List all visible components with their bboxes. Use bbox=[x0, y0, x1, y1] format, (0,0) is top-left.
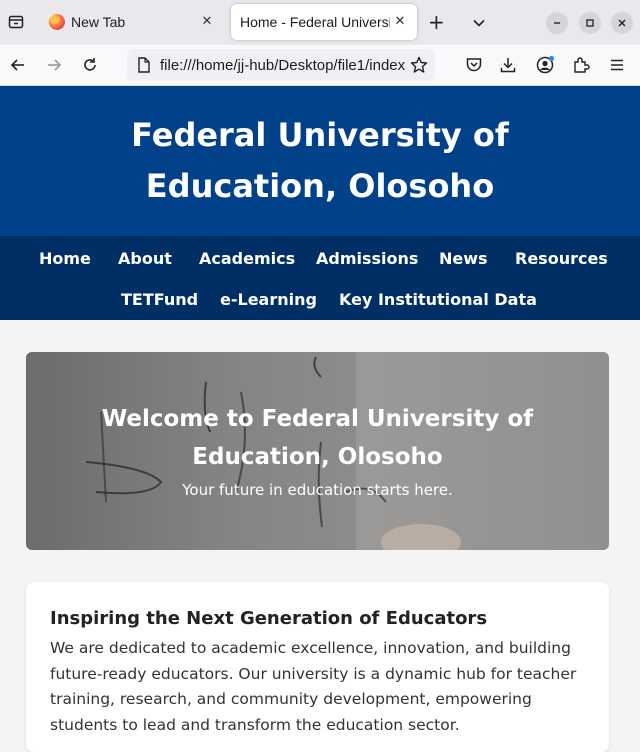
hero-subtitle: Your future in education starts here. bbox=[182, 481, 453, 499]
tab-label: Home - Federal University of Education, … bbox=[240, 14, 390, 30]
site-header: Federal University of Education, Olosoho bbox=[0, 86, 640, 236]
tab-home[interactable]: Home - Federal University of Education, … bbox=[231, 4, 417, 40]
window-close-icon[interactable] bbox=[611, 12, 633, 34]
pocket-icon[interactable] bbox=[464, 55, 484, 75]
nav-tetfund[interactable]: TETFund bbox=[121, 290, 198, 309]
intro-text: We are dedicated to academic excellence,… bbox=[50, 639, 577, 734]
back-arrow-icon[interactable] bbox=[8, 55, 28, 75]
nav-elearning[interactable]: e-Learning bbox=[220, 290, 317, 309]
firefox-icon bbox=[49, 14, 65, 30]
nav-news[interactable]: News bbox=[439, 249, 488, 268]
hero-banner: Welcome to Federal University of Educati… bbox=[26, 352, 609, 550]
tab-label: New Tab bbox=[71, 14, 126, 30]
address-bar[interactable]: file:///home/jj-hub/Desktop/file1/index.… bbox=[127, 49, 435, 81]
maximize-icon[interactable] bbox=[579, 12, 601, 34]
extensions-icon[interactable] bbox=[571, 55, 591, 75]
downloads-icon[interactable] bbox=[498, 55, 518, 75]
chevron-down-icon[interactable] bbox=[472, 15, 486, 34]
bookmark-star-icon[interactable] bbox=[409, 55, 429, 75]
intro-card: Inspiring the Next Generation of Educato… bbox=[26, 582, 609, 752]
nav-admissions[interactable]: Admissions bbox=[316, 249, 418, 268]
main-nav: Home About Academics Admissions News Res… bbox=[0, 236, 640, 320]
page-icon bbox=[134, 55, 154, 75]
minimize-icon[interactable] bbox=[546, 12, 568, 34]
site-title: Federal University of Education, Olosoho bbox=[131, 116, 509, 205]
hamburger-menu-icon[interactable] bbox=[607, 55, 627, 75]
tab-new-tab[interactable]: New Tab ✕ bbox=[38, 4, 224, 40]
url-text: file:///home/jj-hub/Desktop/file1/index.… bbox=[160, 57, 405, 74]
reload-icon[interactable] bbox=[80, 55, 100, 75]
tab-list-icon[interactable] bbox=[0, 4, 32, 40]
browser-tab-bar: New Tab ✕ Home - Federal University of E… bbox=[0, 0, 640, 45]
close-tab-icon[interactable]: ✕ bbox=[393, 13, 407, 28]
nav-key-institutional-data[interactable]: Key Institutional Data bbox=[339, 290, 537, 309]
close-tab-icon[interactable]: ✕ bbox=[200, 13, 214, 28]
nav-about[interactable]: About bbox=[118, 249, 172, 268]
nav-resources[interactable]: Resources bbox=[515, 249, 608, 268]
hero-title: Welcome to Federal University of Educati… bbox=[101, 406, 534, 470]
nav-home[interactable]: Home bbox=[39, 249, 91, 268]
account-icon[interactable] bbox=[535, 55, 555, 75]
intro-heading: Inspiring the Next Generation of Educato… bbox=[50, 608, 488, 629]
forward-arrow-icon[interactable] bbox=[44, 55, 64, 75]
new-tab-plus-icon[interactable]: + bbox=[428, 12, 445, 32]
nav-academics[interactable]: Academics bbox=[199, 249, 295, 268]
browser-toolbar: file:///home/jj-hub/Desktop/file1/index.… bbox=[0, 45, 640, 86]
